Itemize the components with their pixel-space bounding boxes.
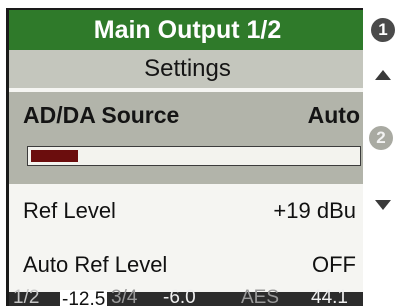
level-meter-fill (31, 150, 78, 162)
status-level-1-2: -12.5 (60, 290, 108, 306)
source-label: AD/DA Source (23, 102, 180, 128)
auto-ref-level-row[interactable]: Auto Ref Level OFF (9, 238, 363, 292)
ref-level-label: Ref Level (23, 198, 116, 223)
auto-ref-level-label: Auto Ref Level (23, 252, 168, 277)
status-level-3-4: -6.0 (163, 287, 196, 306)
triangle-up-icon[interactable] (375, 70, 391, 80)
ref-level-value[interactable]: +19 dBu (273, 184, 356, 238)
status-channel-3-4: 3/4 (111, 287, 138, 306)
device-screen: Main Output 1/2 Settings AD/DA Source Au… (0, 0, 409, 307)
page-title: Main Output 1/2 (9, 10, 363, 50)
callout-badge-1: 1 (371, 18, 395, 42)
source-value[interactable]: Auto (308, 102, 360, 129)
lcd-display: Main Output 1/2 Settings AD/DA Source Au… (6, 8, 363, 306)
auto-ref-level-value[interactable]: OFF (312, 238, 356, 292)
status-channel-1-2: 1/2 (13, 287, 40, 306)
section-header[interactable]: Settings (9, 50, 363, 88)
side-gutter: 1 2 (363, 8, 399, 306)
status-clock-source: AES (241, 287, 280, 306)
ad-da-source-panel[interactable]: AD/DA Source Auto (9, 92, 363, 184)
level-meter (27, 146, 361, 166)
ref-level-row[interactable]: Ref Level +19 dBu (9, 184, 363, 238)
triangle-down-icon[interactable] (375, 200, 391, 210)
status-bar: 1/2 -12.5 3/4 -6.0 AES 44.1 (9, 287, 363, 306)
callout-badge-2: 2 (369, 126, 393, 150)
status-sample-rate: 44.1 (311, 287, 348, 306)
